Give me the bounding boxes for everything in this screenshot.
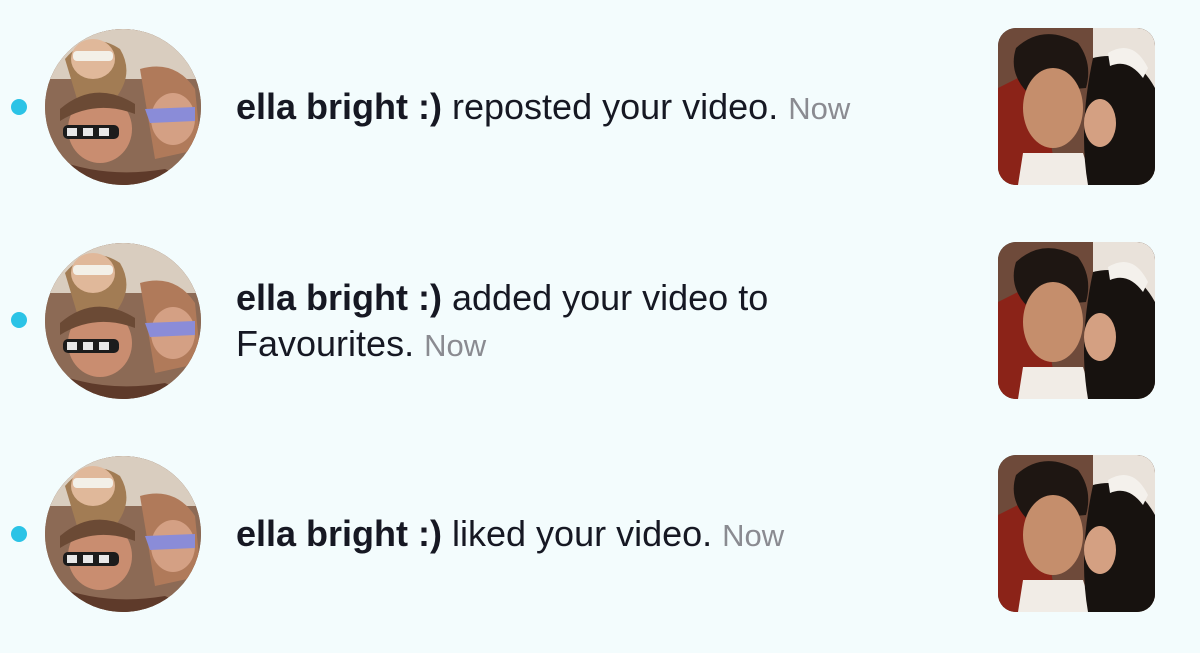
video-thumbnail-icon [998, 455, 1155, 612]
username[interactable]: ella bright :) [236, 86, 442, 127]
unread-indicator [11, 526, 27, 542]
timestamp: Now [788, 91, 851, 126]
notification-text: ella bright :) liked your video. Now [236, 511, 936, 559]
user-avatar[interactable] [45, 243, 201, 399]
video-thumbnail[interactable] [998, 455, 1155, 612]
username[interactable]: ella bright :) [236, 277, 442, 318]
notification-item[interactable]: ella bright :) reposted your video. Now [0, 28, 1200, 188]
notification-text: ella bright :) added your video to Favou… [236, 275, 936, 369]
action-text: reposted your video. [442, 86, 789, 127]
notification-item[interactable]: ella bright :) added your video to Favou… [0, 242, 1200, 402]
notification-item[interactable]: ella bright :) liked your video. Now [0, 455, 1200, 615]
avatar-photo-icon [45, 456, 201, 612]
username[interactable]: ella bright :) [236, 513, 442, 554]
timestamp: Now [722, 518, 785, 553]
avatar-photo-icon [45, 29, 201, 185]
action-text: liked your video. [442, 513, 723, 554]
user-avatar[interactable] [45, 29, 201, 185]
unread-indicator [11, 99, 27, 115]
video-thumbnail[interactable] [998, 28, 1155, 185]
video-thumbnail-icon [998, 28, 1155, 185]
notification-list: ella bright :) reposted your video. Now [0, 0, 1200, 653]
video-thumbnail-icon [998, 242, 1155, 399]
video-thumbnail[interactable] [998, 242, 1155, 399]
unread-indicator [11, 312, 27, 328]
avatar-photo-icon [45, 243, 201, 399]
notification-text: ella bright :) reposted your video. Now [236, 84, 936, 132]
user-avatar[interactable] [45, 456, 201, 612]
timestamp: Now [424, 328, 487, 363]
